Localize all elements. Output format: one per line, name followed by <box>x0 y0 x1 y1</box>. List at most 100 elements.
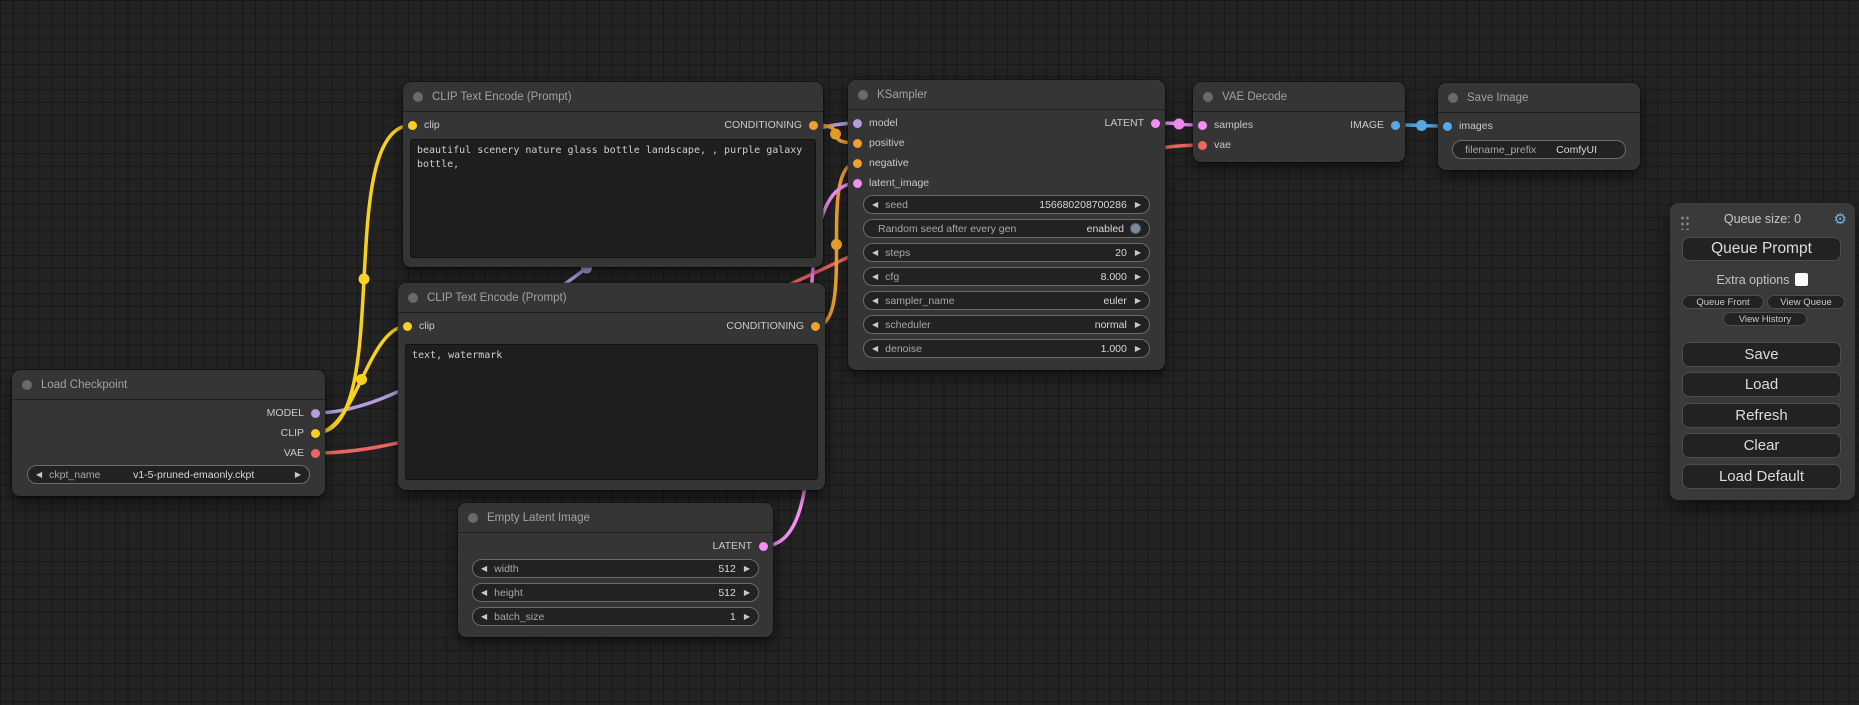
decrement-arrow-icon[interactable]: ◀ <box>481 565 487 573</box>
extra-options-checkbox[interactable] <box>1795 273 1808 286</box>
increment-arrow-icon[interactable]: ▶ <box>1135 201 1141 209</box>
random-seed-toggle-widget[interactable]: Random seed after every gen enabled <box>863 219 1150 238</box>
clip-output-port[interactable] <box>311 429 320 438</box>
decrement-arrow-icon[interactable]: ◀ <box>872 345 878 353</box>
scheduler-widget[interactable]: ◀ scheduler normal ▶ <box>863 315 1150 334</box>
node-title-bar[interactable]: CLIP Text Encode (Prompt) <box>398 283 825 313</box>
refresh-button[interactable]: Refresh <box>1682 403 1841 428</box>
port-row-positive: positive <box>848 133 1165 153</box>
collapse-dot-icon[interactable] <box>413 92 423 102</box>
node-title-bar[interactable]: Load Checkpoint <box>12 370 325 400</box>
node-title-bar[interactable]: VAE Decode <box>1193 82 1405 112</box>
extra-options-label: Extra options <box>1717 273 1790 287</box>
width-widget[interactable]: ◀ width 512 ▶ <box>472 559 759 578</box>
cfg-widget[interactable]: ◀ cfg 8.000 ▶ <box>863 267 1150 286</box>
node-clip-text-encode-positive[interactable]: CLIP Text Encode (Prompt) clip CONDITION… <box>403 82 823 267</box>
view-queue-button[interactable]: View Queue <box>1767 295 1845 309</box>
decrement-arrow-icon[interactable]: ◀ <box>872 249 878 257</box>
collapse-dot-icon[interactable] <box>22 380 32 390</box>
sampler-name-widget[interactable]: ◀ sampler_name euler ▶ <box>863 291 1150 310</box>
latent-output-port[interactable] <box>759 542 768 551</box>
image-output-port[interactable] <box>1391 121 1400 130</box>
decrement-arrow-icon[interactable]: ◀ <box>872 273 878 281</box>
steps-widget[interactable]: ◀ steps 20 ▶ <box>863 243 1150 262</box>
increment-arrow-icon[interactable]: ▶ <box>744 613 750 621</box>
increment-arrow-icon[interactable]: ▶ <box>1135 297 1141 305</box>
increment-arrow-icon[interactable]: ▶ <box>1135 273 1141 281</box>
denoise-widget[interactable]: ◀ denoise 1.000 ▶ <box>863 339 1150 358</box>
decrement-arrow-icon[interactable]: ◀ <box>481 589 487 597</box>
save-button[interactable]: Save <box>1682 342 1841 367</box>
load-default-button[interactable]: Load Default <box>1682 464 1841 489</box>
collapse-dot-icon[interactable] <box>468 513 478 523</box>
negative-input-port[interactable] <box>853 159 862 168</box>
collapse-dot-icon[interactable] <box>858 90 868 100</box>
vae-input-port[interactable] <box>1198 141 1207 150</box>
toggle-dot-icon[interactable] <box>1130 223 1141 234</box>
node-title-bar[interactable]: CLIP Text Encode (Prompt) <box>403 82 823 112</box>
increment-arrow-icon[interactable]: ▶ <box>1135 345 1141 353</box>
settings-gear-icon[interactable]: ⚙ <box>1834 210 1847 228</box>
queue-prompt-button[interactable]: Queue Prompt <box>1682 237 1841 261</box>
link-midpoint-dot[interactable] <box>1416 120 1427 131</box>
link-midpoint-dot[interactable] <box>356 374 367 385</box>
model-input-port[interactable] <box>853 119 862 128</box>
conditioning-output-port[interactable] <box>809 121 818 130</box>
port-row-samples-image: samples IMAGE <box>1193 115 1405 135</box>
prompt-textarea[interactable]: beautiful scenery nature glass bottle la… <box>410 139 816 258</box>
latent-image-input-port[interactable] <box>853 179 862 188</box>
images-input-port[interactable] <box>1443 122 1452 131</box>
model-output-port[interactable] <box>311 409 320 418</box>
decrement-arrow-icon[interactable]: ◀ <box>872 297 878 305</box>
ckpt-name-widget[interactable]: ◀ ckpt_name v1-5-pruned-emaonly.ckpt ▶ <box>27 465 310 484</box>
input-label: images <box>1459 120 1493 132</box>
queue-front-button[interactable]: Queue Front <box>1682 295 1764 309</box>
node-ksampler[interactable]: KSampler model LATENT positive negative … <box>848 80 1165 370</box>
view-history-button[interactable]: View History <box>1723 312 1807 326</box>
collapse-dot-icon[interactable] <box>1448 93 1458 103</box>
load-button[interactable]: Load <box>1682 372 1841 397</box>
node-title: Load Checkpoint <box>41 379 127 391</box>
widget-value: 20 <box>1115 247 1127 259</box>
decrement-arrow-icon[interactable]: ◀ <box>481 613 487 621</box>
node-empty-latent-image[interactable]: Empty Latent Image LATENT ◀ width 512 ▶ … <box>458 503 773 637</box>
node-vae-decode[interactable]: VAE Decode samples IMAGE vae <box>1193 82 1405 162</box>
link-midpoint-dot[interactable] <box>831 239 842 250</box>
clip-input-port[interactable] <box>408 121 417 130</box>
samples-input-port[interactable] <box>1198 121 1207 130</box>
link-midpoint-dot[interactable] <box>359 274 370 285</box>
decrement-arrow-icon[interactable]: ◀ <box>36 471 42 479</box>
increment-arrow-icon[interactable]: ▶ <box>295 471 301 479</box>
conditioning-output-port[interactable] <box>811 322 820 331</box>
node-clip-text-encode-negative[interactable]: CLIP Text Encode (Prompt) clip CONDITION… <box>398 283 825 490</box>
queue-panel: Queue size: 0 ⚙ Queue Prompt Extra optio… <box>1670 203 1855 500</box>
node-title-bar[interactable]: KSampler <box>848 80 1165 110</box>
link-midpoint-dot[interactable] <box>830 129 841 140</box>
filename-prefix-widget[interactable]: filename_prefix ComfyUI <box>1452 140 1626 159</box>
collapse-dot-icon[interactable] <box>1203 92 1213 102</box>
decrement-arrow-icon[interactable]: ◀ <box>872 321 878 329</box>
collapse-dot-icon[interactable] <box>408 293 418 303</box>
link-midpoint-dot[interactable] <box>1174 119 1185 130</box>
output-row-latent: LATENT <box>458 536 773 556</box>
prompt-textarea[interactable]: text, watermark <box>405 344 818 480</box>
increment-arrow-icon[interactable]: ▶ <box>744 565 750 573</box>
increment-arrow-icon[interactable]: ▶ <box>1135 321 1141 329</box>
vae-output-port[interactable] <box>311 449 320 458</box>
latent-output-port[interactable] <box>1151 119 1160 128</box>
decrement-arrow-icon[interactable]: ◀ <box>872 201 878 209</box>
node-save-image[interactable]: Save Image images filename_prefix ComfyU… <box>1438 83 1640 170</box>
clear-button[interactable]: Clear <box>1682 433 1841 458</box>
increment-arrow-icon[interactable]: ▶ <box>1135 249 1141 257</box>
node-title-bar[interactable]: Save Image <box>1438 83 1640 113</box>
node-load-checkpoint[interactable]: Load Checkpoint MODEL CLIP VAE ◀ ckpt_na… <box>12 370 325 496</box>
clip-input-port[interactable] <box>403 322 412 331</box>
widget-label: ckpt_name <box>49 469 100 481</box>
increment-arrow-icon[interactable]: ▶ <box>744 589 750 597</box>
graph-canvas[interactable]: Load Checkpoint MODEL CLIP VAE ◀ ckpt_na… <box>0 0 1859 705</box>
batch-size-widget[interactable]: ◀ batch_size 1 ▶ <box>472 607 759 626</box>
positive-input-port[interactable] <box>853 139 862 148</box>
seed-widget[interactable]: ◀ seed 156680208700286 ▶ <box>863 195 1150 214</box>
node-title-bar[interactable]: Empty Latent Image <box>458 503 773 533</box>
height-widget[interactable]: ◀ height 512 ▶ <box>472 583 759 602</box>
